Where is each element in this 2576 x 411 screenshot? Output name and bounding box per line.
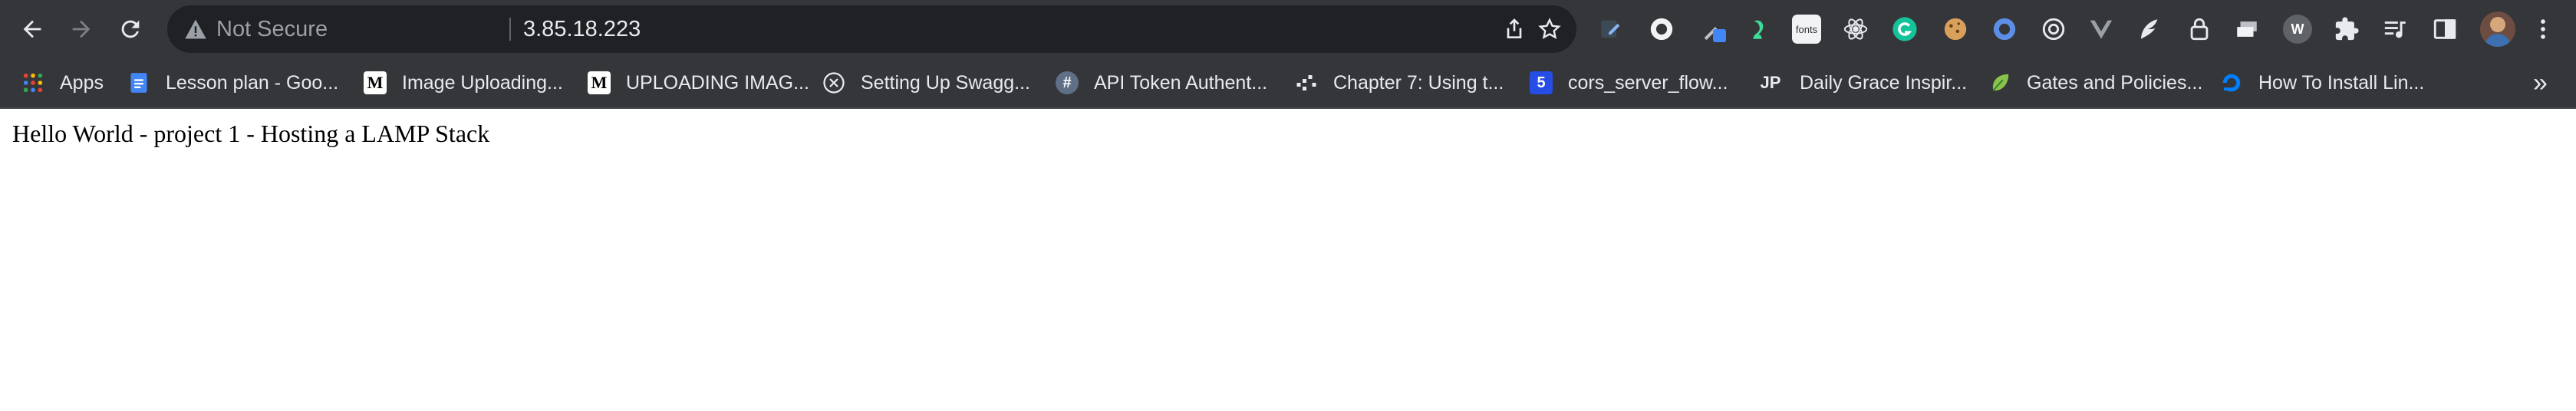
url-text[interactable]: 3.85.18.223 bbox=[523, 5, 641, 53]
bookmark-star-button[interactable] bbox=[1534, 14, 1565, 44]
forward-button[interactable] bbox=[60, 8, 103, 51]
browser-chrome: Not Secure 3.85.18.223 fonts W Apps Less… bbox=[0, 0, 2576, 109]
extension-cookie-icon[interactable] bbox=[1941, 15, 1970, 44]
bookmark-label: How To Install Lin... bbox=[2258, 71, 2425, 94]
dots-icon bbox=[1295, 71, 1318, 94]
extension-eyedropper-icon[interactable] bbox=[1698, 15, 1728, 44]
medium-icon: M bbox=[364, 71, 387, 94]
bookmark-image-uploading[interactable]: M Image Uploading... bbox=[364, 58, 563, 107]
extension-fonts-icon[interactable]: fonts bbox=[1792, 15, 1821, 44]
back-button[interactable] bbox=[11, 8, 54, 51]
bookmark-label: API Token Authent... bbox=[1094, 71, 1268, 94]
profile-avatar[interactable] bbox=[2480, 12, 2515, 47]
bookmark-label: Apps bbox=[60, 71, 104, 94]
bookmark-api-token[interactable]: # API Token Authent... bbox=[1056, 58, 1267, 107]
bookmark-apps[interactable]: Apps bbox=[21, 58, 104, 107]
arrow-left-icon bbox=[23, 20, 41, 38]
bookmarks-overflow-button[interactable]: » bbox=[2533, 58, 2548, 107]
extension-seahorse-icon[interactable] bbox=[1743, 15, 1772, 44]
extension-lock-icon[interactable] bbox=[2185, 15, 2214, 44]
bookmark-label: Setting Up Swagg... bbox=[861, 71, 1030, 94]
bookmark-lesson-plan[interactable]: Lesson plan - Goo... bbox=[127, 58, 338, 107]
address-bar[interactable]: Not Secure 3.85.18.223 bbox=[167, 5, 1576, 53]
reload-icon bbox=[121, 20, 140, 38]
bookmark-swagger[interactable]: Setting Up Swagg... bbox=[822, 58, 1030, 107]
extension-w-icon[interactable]: W bbox=[2283, 15, 2312, 44]
bookmark-label: Image Uploading... bbox=[402, 71, 563, 94]
apps-grid-icon bbox=[21, 71, 44, 94]
arrow-right-icon bbox=[72, 20, 91, 38]
extension-ring-icon[interactable] bbox=[1990, 15, 2019, 44]
page-body-text: Hello World - project 1 - Hosting a LAMP… bbox=[12, 120, 490, 147]
reload-button[interactable] bbox=[109, 8, 152, 51]
star-icon bbox=[1538, 18, 1561, 39]
extension-stack-icon[interactable] bbox=[2232, 15, 2261, 44]
bookmark-label: Chapter 7: Using t... bbox=[1333, 71, 1504, 94]
digitalocean-icon bbox=[2220, 71, 2243, 94]
bookmark-chapter-7[interactable]: Chapter 7: Using t... bbox=[1295, 58, 1504, 107]
jp-icon: JP bbox=[1760, 73, 1781, 92]
browser-toolbar: Not Secure 3.85.18.223 fonts W bbox=[0, 0, 2576, 58]
media-control-icon[interactable] bbox=[2381, 15, 2410, 44]
bookmark-gates-policies[interactable]: Gates and Policies... bbox=[1988, 58, 2202, 107]
extension-target-icon[interactable] bbox=[2039, 15, 2068, 44]
share-icon bbox=[1507, 18, 1522, 38]
bookmark-uploading-images[interactable]: M UPLOADING IMAG... bbox=[588, 58, 809, 107]
bookmark-label: Gates and Policies... bbox=[2027, 71, 2203, 94]
bookmark-install-linux[interactable]: How To Install Lin... bbox=[2220, 58, 2424, 107]
menu-kebab-icon[interactable] bbox=[2528, 15, 2558, 44]
extension-grammarly-icon[interactable] bbox=[1890, 15, 1919, 44]
side-panel-icon[interactable] bbox=[2430, 15, 2459, 44]
omnibox-divider bbox=[509, 18, 511, 41]
bookmarks-bar: Apps Lesson plan - Goo... M Image Upload… bbox=[0, 58, 2576, 109]
bookmark-label: Daily Grace Inspir... bbox=[1800, 71, 1968, 94]
bookmark-label: Lesson plan - Goo... bbox=[166, 71, 339, 94]
extension-circle-icon[interactable] bbox=[1647, 15, 1676, 44]
bookmark-label: cors_server_flow... bbox=[1568, 71, 1728, 94]
leaf-icon bbox=[1988, 71, 2011, 94]
page-content: Hello World - project 1 - Hosting a LAMP… bbox=[0, 109, 2576, 159]
warning-icon[interactable] bbox=[184, 18, 207, 40]
medium-icon: M bbox=[588, 71, 611, 94]
bookmark-daily-grace[interactable]: JP Daily Grace Inspir... bbox=[1757, 58, 1968, 107]
extension-feather-icon[interactable] bbox=[2134, 15, 2163, 44]
extension-vue-icon[interactable] bbox=[2087, 15, 2116, 44]
share-button[interactable] bbox=[1499, 14, 1530, 44]
extension-edit-icon[interactable] bbox=[1596, 15, 1626, 44]
extensions-puzzle-icon[interactable] bbox=[2332, 15, 2361, 44]
extension-react-icon[interactable] bbox=[1841, 15, 1870, 44]
hash-icon: # bbox=[1056, 71, 1079, 94]
google-docs-icon bbox=[127, 71, 150, 94]
bookmark-label: UPLOADING IMAG... bbox=[626, 71, 809, 94]
bookmark-cors-server[interactable]: 5 cors_server_flow... bbox=[1530, 58, 1728, 107]
css-icon: 5 bbox=[1530, 71, 1553, 94]
security-status-label[interactable]: Not Secure bbox=[216, 5, 328, 53]
swagger-icon bbox=[822, 71, 845, 94]
